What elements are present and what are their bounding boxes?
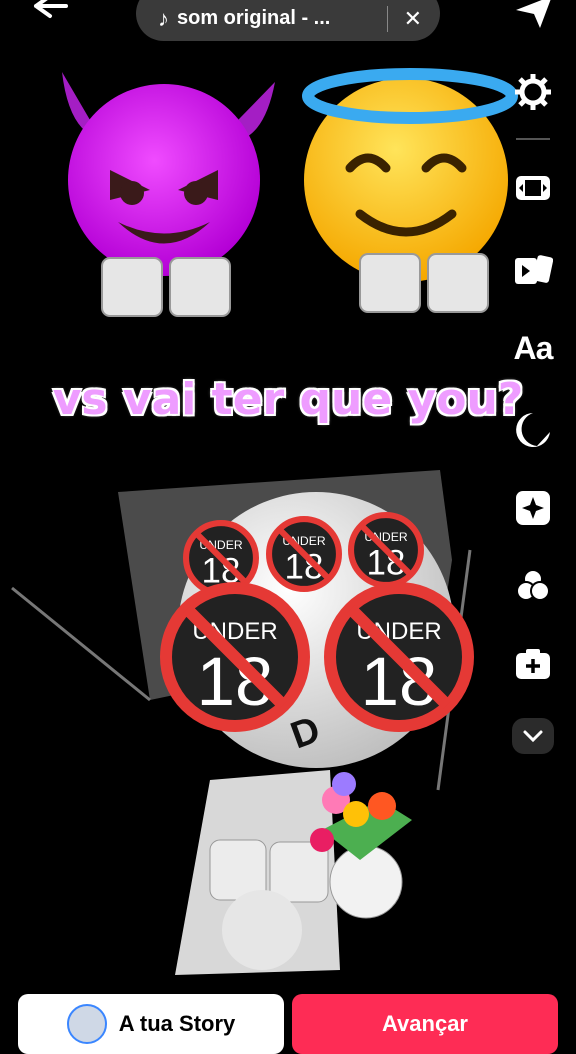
under18-sticker-large: UNDER 18 — [160, 582, 310, 732]
effects-button[interactable] — [511, 486, 555, 530]
music-note-icon: ♪ — [158, 5, 169, 31]
divider — [386, 5, 388, 32]
next-label: Avançar — [381, 1011, 468, 1036]
add-camera-button[interactable] — [511, 642, 555, 686]
next-button[interactable]: Avançar — [292, 994, 558, 1054]
devil-emoji — [62, 72, 275, 276]
angel-emoji — [302, 68, 518, 282]
send-icon — [516, 0, 551, 28]
under18-sticker: UNDER 18 — [348, 512, 424, 588]
templates-button[interactable] — [511, 248, 555, 292]
under18-sticker-large: UNDER 18 — [324, 582, 474, 732]
back-button[interactable] — [30, 0, 70, 24]
settings-button[interactable] — [511, 70, 555, 114]
chevron-down-icon — [523, 730, 543, 743]
close-icon[interactable]: ✕ — [404, 6, 422, 32]
your-story-button[interactable]: A tua Story — [18, 994, 284, 1054]
avatar — [66, 1004, 107, 1044]
filters-icon — [516, 569, 550, 601]
templates-icon — [515, 255, 553, 284]
sound-selector[interactable]: ♪ som original - ... ✕ — [136, 0, 440, 41]
sound-label: som original - ... — [177, 7, 331, 29]
toolbar-divider — [516, 138, 550, 140]
your-story-label: A tua Story — [118, 1011, 236, 1036]
stickers-icon — [516, 413, 550, 447]
aspect-ratio-button[interactable] — [511, 166, 555, 210]
more-tools-button[interactable] — [512, 718, 554, 754]
scene-artwork — [11, 68, 518, 975]
text-icon: Aa — [513, 329, 554, 366]
text-tool-button[interactable]: Aa — [511, 326, 555, 370]
caption-text[interactable]: vs vai ter que you? — [0, 374, 576, 425]
under18-sticker: UNDER 18 — [266, 516, 342, 592]
stickers-button[interactable] — [511, 408, 555, 452]
add-camera-icon — [516, 649, 550, 679]
effects-icon — [516, 491, 550, 525]
filters-button[interactable] — [511, 564, 555, 608]
back-arrow-icon — [34, 0, 68, 18]
send-button[interactable] — [512, 0, 556, 32]
aspect-ratio-icon — [516, 176, 550, 200]
settings-icon — [515, 74, 551, 110]
